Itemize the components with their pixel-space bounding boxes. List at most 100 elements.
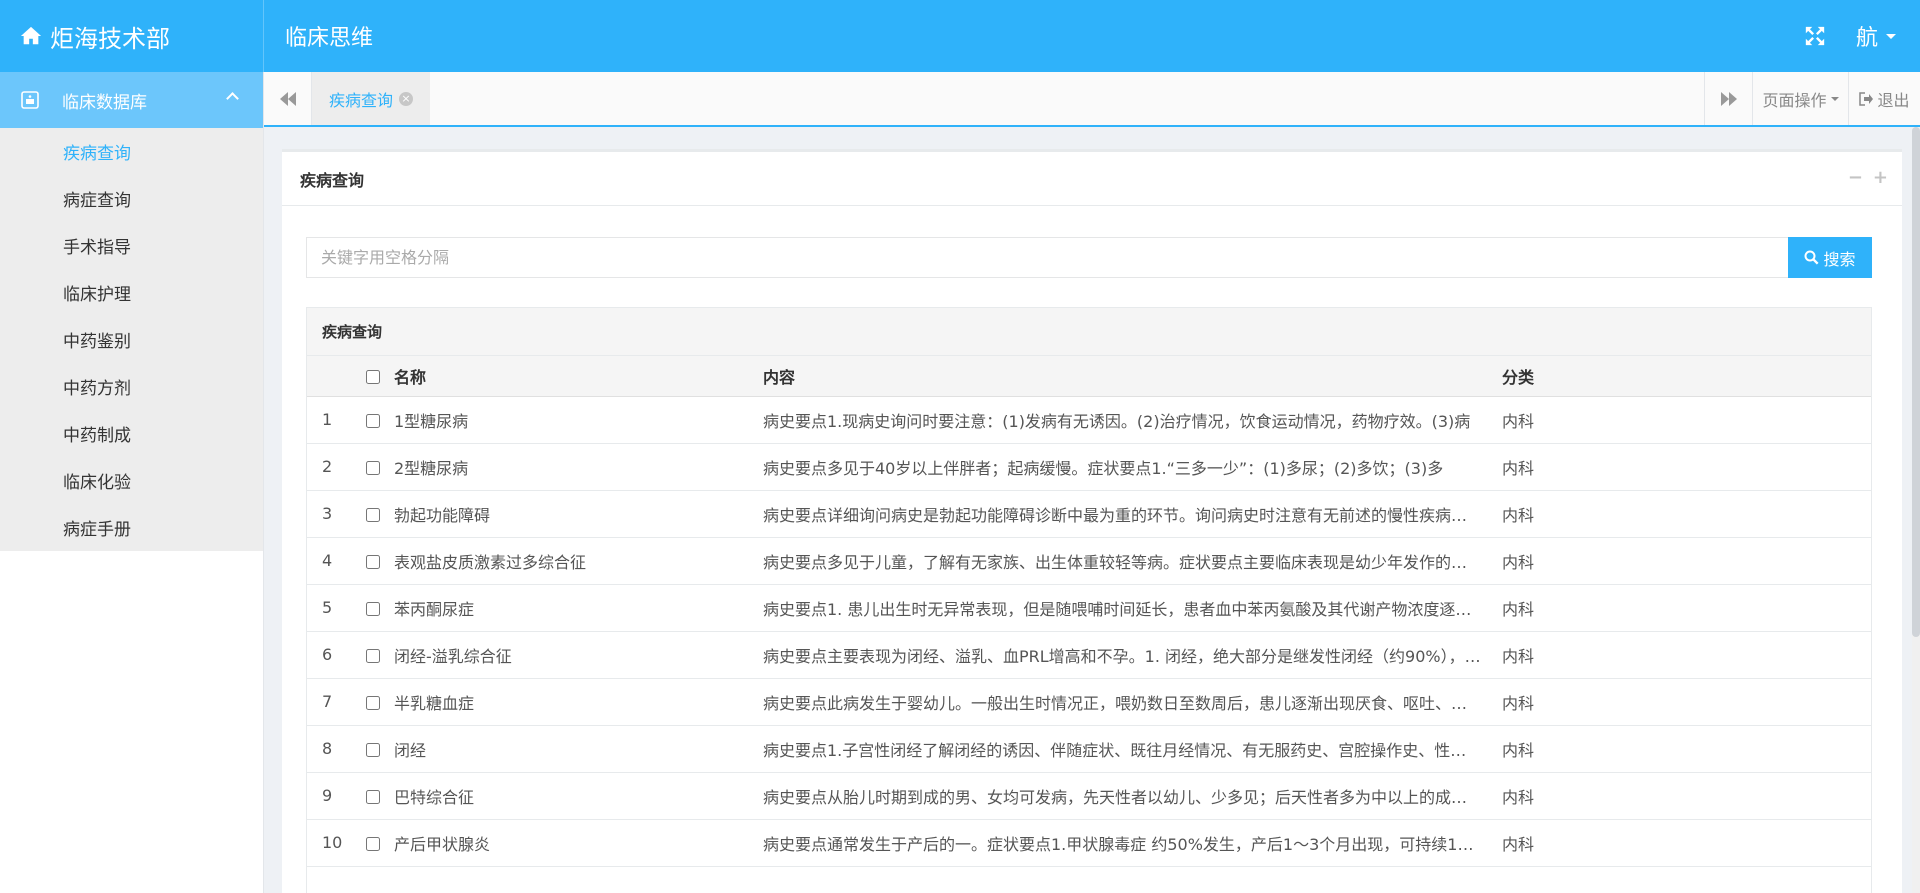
- disease-content[interactable]: 病史要点1.现病史询问时要注意：(1)发病有无诱因。(2)治疗情况，饮食运动情况…: [763, 396, 1502, 443]
- row-index: 2: [322, 457, 333, 476]
- row-checkbox[interactable]: [366, 836, 380, 851]
- brand[interactable]: 炬海技术部: [0, 0, 264, 72]
- row-checkbox[interactable]: [366, 648, 380, 663]
- chevron-up-icon: [226, 92, 239, 105]
- table-caption: 疾病查询: [307, 308, 1871, 356]
- row-index: 9: [322, 786, 333, 805]
- row-checkbox[interactable]: [366, 601, 380, 616]
- disease-name[interactable]: 表观盐皮质激素过多综合征: [394, 537, 763, 584]
- sidebar-item-herbal-prescriptions[interactable]: 中药方剂: [0, 363, 263, 410]
- disease-content[interactable]: 病史要点主要表现为闭经、溢乳、血PRL增高和不孕。1. 闭经，绝大部分是继发性闭…: [763, 631, 1502, 678]
- close-icon[interactable]: ×: [399, 91, 413, 106]
- row-index: 7: [322, 692, 333, 711]
- row-checkbox-cell: [352, 678, 394, 725]
- row-checkbox[interactable]: [366, 507, 380, 522]
- sidebar-item-herb-identification[interactable]: 中药鉴别: [0, 316, 263, 363]
- sidebar-item-clinical-lab-tests[interactable]: 临床化验: [0, 457, 263, 504]
- double-chevron-left-icon: [279, 91, 296, 106]
- row-checkbox-cell: [352, 490, 394, 537]
- disease-name[interactable]: 2型糖尿病: [394, 443, 763, 490]
- disease-name[interactable]: 1型糖尿病: [394, 396, 763, 443]
- tab-disease-query[interactable]: 疾病查询 ×: [312, 72, 430, 125]
- search-bar: 搜索: [306, 237, 1872, 278]
- table-row[interactable]: 1 1型糖尿病 病史要点1.现病史询问时要注意：(1)发病有无诱因。(2)治疗情况，…: [307, 396, 1871, 443]
- disease-content[interactable]: 病史要点详细询问病史是勃起功能障碍诊断中最为重的环节。询问病史时注意有无前述的慢…: [763, 490, 1502, 537]
- row-checkbox[interactable]: [366, 695, 380, 710]
- disease-category: 内科: [1502, 646, 1535, 666]
- sidebar-item-symptom-query[interactable]: 病症查询: [0, 175, 263, 222]
- row-checkbox-cell: [352, 443, 394, 490]
- sidebar-group-clinical-database[interactable]: 临床数据库: [0, 72, 263, 128]
- disease-name[interactable]: 半乳糖血症: [394, 678, 763, 725]
- brand-label: 炬海技术部: [50, 24, 170, 53]
- disease-name[interactable]: 闭经: [394, 725, 763, 772]
- row-checkbox[interactable]: [366, 413, 380, 428]
- logout-button[interactable]: 退出: [1848, 72, 1920, 125]
- disease-category: 内科: [1502, 834, 1535, 854]
- disease-content[interactable]: 病史要点从胎儿时期到成的男、女均可发病，先天性者以幼儿、少多见；后天性者多为中以…: [763, 772, 1502, 819]
- disease-content[interactable]: 病史要点通常发生于产后的一。症状要点1.甲状腺毒症 约50%发生，产后1～3个月…: [763, 819, 1502, 866]
- plus-icon[interactable]: +: [1873, 169, 1888, 187]
- search-input[interactable]: [306, 237, 1788, 278]
- row-checkbox[interactable]: [366, 742, 380, 757]
- table-row[interactable]: 9 巴特综合征 病史要点从胎儿时期到成的男、女均可发病，先天性者以幼儿、少多见；后天…: [307, 772, 1871, 819]
- page-operations-dropdown[interactable]: 页面操作: [1752, 72, 1848, 125]
- disease-category: 内科: [1502, 552, 1535, 572]
- table-row[interactable]: 3 勃起功能障碍 病史要点详细询问病史是勃起功能障碍诊断中最为重的环节。询问病史时注…: [307, 490, 1871, 537]
- search-icon: [1804, 250, 1820, 265]
- disease-content[interactable]: 病史要点1. 患儿出生时无异常表现，但是随喂哺时间延长，患者血中苯丙氨酸及其代谢…: [763, 584, 1502, 631]
- row-checkbox-cell: [352, 396, 394, 443]
- sidebar-item-herbal-preparations[interactable]: 中药制成: [0, 410, 263, 457]
- row-index: 6: [322, 645, 333, 664]
- disease-name[interactable]: 闭经-溢乳综合征: [394, 631, 763, 678]
- row-checkbox-cell: [352, 631, 394, 678]
- disease-name[interactable]: 产后甲状腺炎: [394, 819, 763, 866]
- user-menu[interactable]: 航: [1856, 20, 1896, 52]
- double-chevron-right-icon: [1720, 91, 1737, 106]
- select-all-checkbox[interactable]: [366, 369, 380, 384]
- table-row[interactable]: 7 半乳糖血症 病史要点此病发生于婴幼儿。一般出生时情况正，喂奶数日至数周后，患儿逐…: [307, 678, 1871, 725]
- content-column-header[interactable]: 内容: [763, 356, 1502, 397]
- sidebar-item-symptom-handbook[interactable]: 病症手册: [0, 504, 263, 551]
- sidebar-item-clinical-nursing[interactable]: 临床护理: [0, 269, 263, 316]
- table-row[interactable]: 5 苯丙酮尿症 病史要点1. 患儿出生时无异常表现，但是随喂哺时间延长，患者血中苯丙…: [307, 584, 1871, 631]
- sidebar-item-disease-query[interactable]: 疾病查询: [0, 128, 263, 175]
- table-row[interactable]: 8 闭经 病史要点1.子宫性闭经了解闭经的诱因、伴随症状、既往月经情况、有无服药史、…: [307, 725, 1871, 772]
- search-button[interactable]: 搜索: [1788, 237, 1872, 278]
- tab-bar: 疾病查询 × 页面操作 退出: [264, 72, 1920, 127]
- disease-name[interactable]: 苯丙酮尿症: [394, 584, 763, 631]
- search-button-label: 搜索: [1823, 249, 1856, 269]
- page-scrollbar[interactable]: [1912, 127, 1920, 893]
- fullscreen-icon[interactable]: [1804, 25, 1826, 47]
- main-panel: 疾病查询 − + 搜索 疾病查询 名称 内: [282, 149, 1902, 893]
- row-index: 5: [322, 598, 333, 617]
- logout-label: 退出: [1877, 90, 1910, 110]
- row-checkbox[interactable]: [366, 554, 380, 569]
- table-row[interactable]: 4 表观盐皮质激素过多综合征 病史要点多见于儿童，了解有无家族、出生体重较轻等病。症…: [307, 537, 1871, 584]
- table-header-row: 名称 内容 分类: [307, 356, 1871, 397]
- disease-name[interactable]: 巴特综合征: [394, 772, 763, 819]
- disease-content[interactable]: 病史要点多见于40岁以上伴胖者；起病缓慢。症状要点1.“三多一少”：(1)多尿；…: [763, 443, 1502, 490]
- sidebar-item-surgery-guide[interactable]: 手术指导: [0, 222, 263, 269]
- table-row[interactable]: 2 2型糖尿病 病史要点多见于40岁以上伴胖者；起病缓慢。症状要点1.“三多一少”：…: [307, 443, 1871, 490]
- row-checkbox[interactable]: [366, 789, 380, 804]
- sidebar-group-label: 临床数据库: [62, 92, 147, 113]
- name-column-header[interactable]: 名称: [394, 356, 763, 397]
- table-row[interactable]: 10 产后甲状腺炎 病史要点通常发生于产后的一。症状要点1.甲状腺毒症 约50%发生…: [307, 819, 1871, 866]
- row-checkbox[interactable]: [366, 460, 380, 475]
- scrollbar-thumb[interactable]: [1912, 127, 1920, 637]
- index-column-header: [307, 356, 352, 397]
- tab-label: 疾病查询: [328, 90, 393, 110]
- panel-tools: − +: [1848, 169, 1888, 187]
- disease-content[interactable]: 病史要点1.子宫性闭经了解闭经的诱因、伴随症状、既往月经情况、有无服药史、宫腔操…: [763, 725, 1502, 772]
- category-column-header[interactable]: 分类: [1502, 356, 1871, 397]
- disease-content[interactable]: 病史要点多见于儿童，了解有无家族、出生体重较轻等病。症状要点主要临床表现是幼少年…: [763, 537, 1502, 584]
- tab-scroll-left-button[interactable]: [264, 72, 312, 125]
- minus-icon[interactable]: −: [1848, 169, 1863, 187]
- disease-name[interactable]: 勃起功能障碍: [394, 490, 763, 537]
- table-row[interactable]: 6 闭经-溢乳综合征 病史要点主要表现为闭经、溢乳、血PRL增高和不孕。1. 闭经，…: [307, 631, 1871, 678]
- row-index: 1: [322, 410, 333, 429]
- disease-content[interactable]: 病史要点此病发生于婴幼儿。一般出生时情况正，喂奶数日至数周后，患儿逐渐出现厌食、…: [763, 678, 1502, 725]
- tab-scroll-right-button[interactable]: [1704, 72, 1752, 125]
- panel-header: 疾病查询 − +: [282, 152, 1902, 206]
